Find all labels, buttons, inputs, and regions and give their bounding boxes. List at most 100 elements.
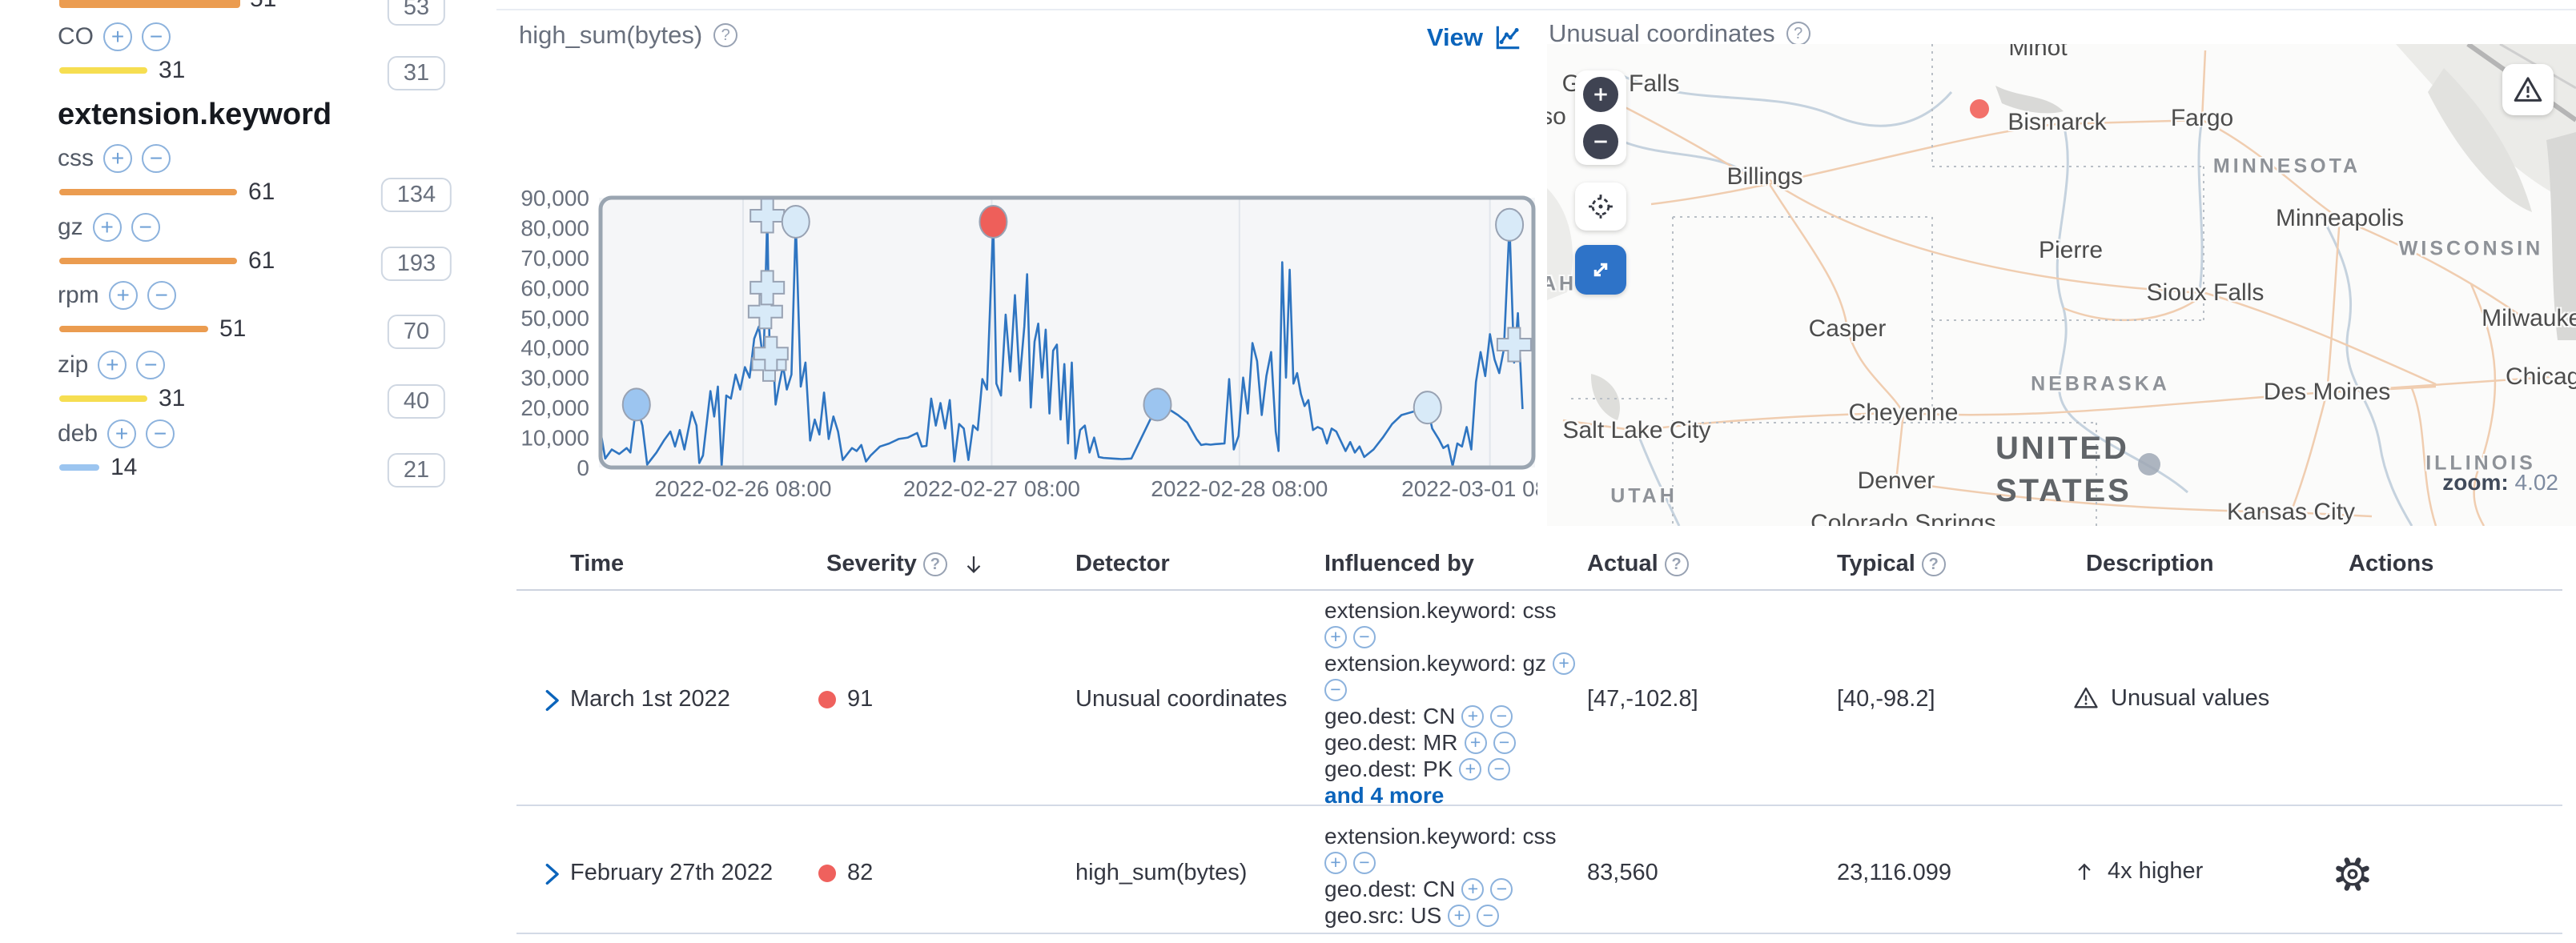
cell-severity: 91 — [818, 686, 873, 712]
remove-filter-icon[interactable]: − — [1488, 758, 1510, 780]
add-filter-icon[interactable]: + — [103, 22, 132, 51]
remove-filter-icon[interactable]: − — [136, 351, 165, 379]
influencer-row-header: css+− — [58, 144, 171, 173]
column-header-label: Detector — [1075, 551, 1170, 577]
remove-filter-icon[interactable]: − — [1490, 705, 1513, 728]
add-filter-icon[interactable]: + — [1461, 705, 1484, 728]
add-filter-icon[interactable]: + — [93, 213, 122, 242]
fit-to-data-button[interactable] — [1575, 183, 1626, 231]
remove-filter-icon[interactable]: − — [142, 22, 171, 51]
cell-influenced-by: extension.keyword: css+−geo.dest: CN+−ge… — [1324, 823, 1556, 929]
add-filter-icon[interactable]: + — [98, 351, 127, 379]
add-filter-icon[interactable]: + — [1465, 732, 1487, 754]
column-header-severity[interactable]: Severity? — [826, 551, 986, 577]
expand-map-button[interactable] — [1575, 245, 1626, 295]
influencer-count-badge: 193 — [381, 247, 452, 281]
add-filter-icon[interactable]: + — [1461, 878, 1484, 901]
unusual-coordinates-map[interactable]: MinotGreat FallssoBismarckFargoBillingsM… — [1547, 44, 2576, 526]
remove-filter-icon[interactable]: − — [147, 281, 176, 310]
remove-filter-icon[interactable]: − — [1324, 679, 1347, 701]
column-header-label: Time — [570, 551, 624, 577]
influencer-row-header: rpm+− — [58, 281, 176, 310]
sidebar-section-title: extension.keyword — [58, 98, 332, 132]
expand-row-button[interactable] — [538, 861, 565, 892]
remove-filter-icon[interactable]: − — [1493, 732, 1516, 754]
influencer-count-badge: 134 — [381, 178, 452, 212]
anomaly-marker-blue[interactable] — [623, 388, 650, 420]
influencer-line: extension.keyword: css — [1324, 823, 1556, 849]
anomaly-explorer-page: 5153CO+−3131css+−61134gz+−61193rpm+−5170… — [0, 0, 2576, 943]
add-filter-icon[interactable]: + — [1324, 626, 1347, 648]
column-header-actions: Actions — [2349, 551, 2433, 577]
anomaly-marker-light[interactable] — [782, 206, 810, 238]
influencer-text: extension.keyword: css — [1324, 824, 1556, 849]
cell-detector: high_sum(bytes) — [1075, 860, 1247, 886]
add-filter-icon[interactable]: + — [1459, 758, 1481, 780]
add-filter-icon[interactable]: + — [1553, 652, 1575, 675]
expand-row-button[interactable] — [538, 687, 565, 718]
influencer-value: 51 — [250, 0, 276, 13]
influencer-line: geo.src: US+− — [1324, 902, 1556, 929]
view-chart-label: View — [1427, 23, 1483, 52]
cell-actual: [47,-102.8] — [1587, 686, 1698, 712]
city-label: Pierre — [2039, 237, 2103, 264]
influencer-value: 61 — [248, 179, 275, 206]
influencers-sidebar: 5153CO+−3131css+−61134gz+−61193rpm+−5170… — [0, 0, 480, 943]
influencer-count-badge: 70 — [388, 315, 445, 349]
expand-icon — [1588, 257, 1614, 283]
city-label: Minneapolis — [2276, 205, 2404, 232]
column-header-label: Typical — [1837, 551, 1915, 577]
row-actions-button[interactable] — [2335, 857, 2370, 892]
influencer-bar — [59, 189, 237, 195]
add-filter-icon[interactable]: + — [103, 144, 132, 173]
y-tick-label: 0 — [577, 455, 589, 480]
anomaly-marker-blue[interactable] — [1143, 388, 1171, 420]
warning-icon — [2512, 74, 2544, 106]
map-warning-button[interactable] — [2502, 64, 2554, 115]
influencer-line: geo.dest: PK+− — [1324, 756, 1575, 782]
y-tick-label: 70,000 — [520, 246, 589, 271]
map-typical-dot[interactable] — [2138, 453, 2160, 476]
header-divider — [516, 589, 2562, 591]
zoom-value: 4.02 — [2515, 470, 2559, 495]
influencer-line: +− — [1324, 624, 1575, 650]
influencer-label: CO — [58, 23, 94, 50]
add-filter-icon[interactable]: + — [109, 281, 138, 310]
remove-filter-icon[interactable]: − — [146, 419, 175, 448]
city-label: so — [1547, 103, 1566, 130]
city-label: Casper — [1809, 315, 1887, 343]
y-tick-label: 40,000 — [520, 335, 589, 360]
zoom-in-button[interactable] — [1575, 70, 1626, 118]
column-header-detector: Detector — [1075, 551, 1170, 577]
influencer-text: geo.dest: MR — [1324, 730, 1458, 756]
remove-filter-icon[interactable]: − — [1353, 852, 1376, 874]
influencer-label: gz — [58, 214, 83, 241]
remove-filter-icon[interactable]: − — [1490, 878, 1513, 901]
influencer-line: geo.dest: CN+− — [1324, 703, 1575, 729]
map-anomaly-dot[interactable] — [1970, 99, 1989, 118]
remove-filter-icon[interactable]: − — [131, 213, 160, 242]
view-chart-button[interactable]: View — [1427, 22, 1523, 53]
column-header-time[interactable]: Time — [570, 551, 624, 577]
influencer-value: 61 — [248, 247, 275, 275]
remove-filter-icon[interactable]: − — [1477, 905, 1499, 927]
add-filter-icon[interactable]: + — [1448, 905, 1470, 927]
anomaly-marker-light[interactable] — [1496, 209, 1523, 241]
influencer-bar — [59, 326, 208, 332]
cell-typical: [40,-98.2] — [1837, 686, 1935, 712]
influencer-line: +− — [1324, 849, 1556, 876]
country-label: STATES — [1995, 473, 2132, 509]
city-label: Salt Lake City — [1562, 417, 1710, 444]
city-label: Cheyenne — [1849, 399, 1959, 427]
anomaly-marker-light[interactable] — [1414, 391, 1441, 423]
state-label: UTAH — [1610, 485, 1678, 508]
cell-description: 4x higher — [2072, 858, 2203, 885]
remove-filter-icon[interactable]: − — [1353, 626, 1376, 648]
add-filter-icon[interactable]: + — [1324, 852, 1347, 874]
anomaly-timeseries-plot[interactable]: 2022-02-26 08:002022-02-27 08:002022-02-… — [496, 181, 1537, 525]
anomaly-marker-red[interactable] — [979, 206, 1007, 238]
arrow-up-icon — [2072, 860, 2096, 884]
add-filter-icon[interactable]: + — [107, 419, 136, 448]
remove-filter-icon[interactable]: − — [142, 144, 171, 173]
zoom-out-button[interactable] — [1575, 118, 1626, 165]
